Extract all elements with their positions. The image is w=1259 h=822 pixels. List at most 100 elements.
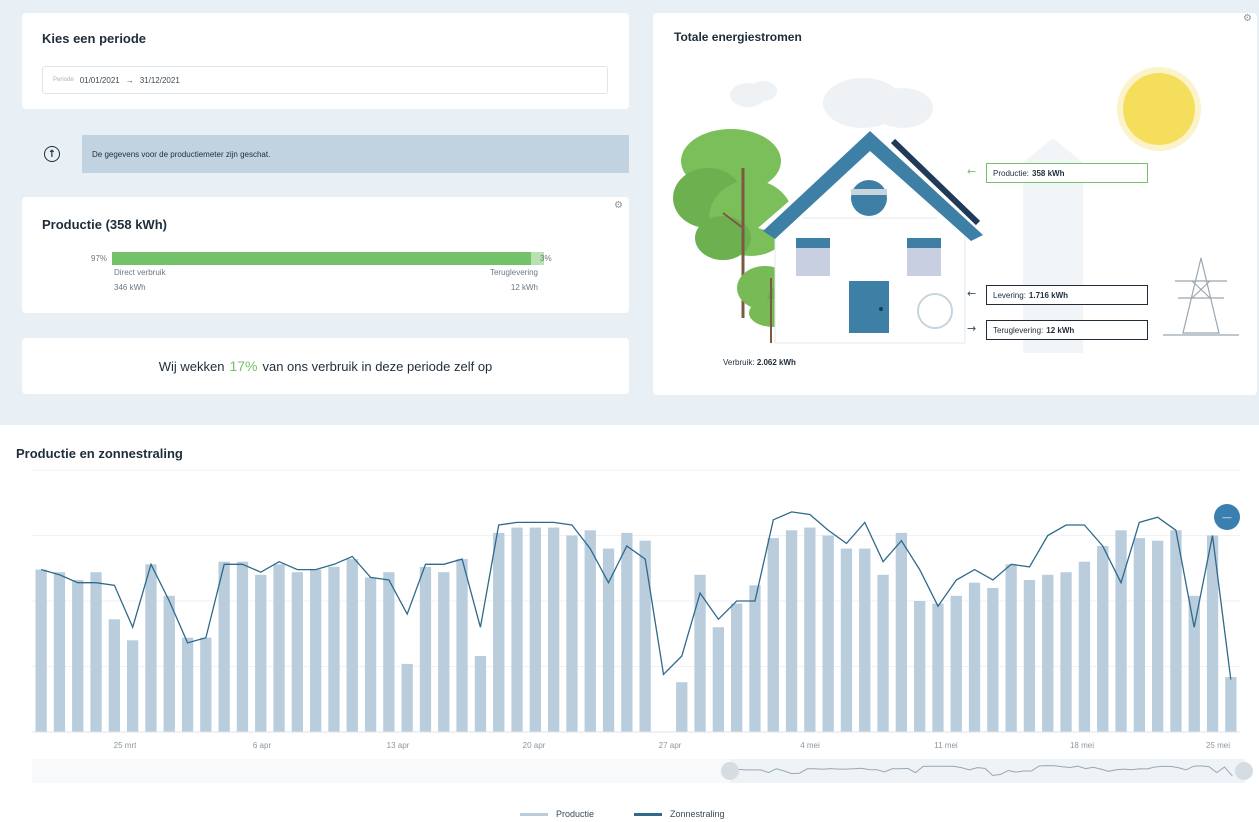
production-bar[interactable] — [273, 564, 285, 732]
x-tick-label: 27 apr — [659, 741, 682, 750]
production-bar[interactable] — [1078, 561, 1091, 732]
production-bar[interactable] — [383, 572, 395, 732]
info-text: De gegevens voor de productiemeter zijn … — [82, 135, 629, 173]
legend-productie[interactable]: Productie — [520, 809, 594, 819]
feed-in-flow-value: 12 kWh — [1046, 325, 1075, 335]
production-bar[interactable] — [145, 564, 157, 732]
info-icon: ↑ — [44, 146, 60, 162]
period-title: Kies een periode — [42, 31, 147, 46]
production-bar[interactable] — [181, 637, 194, 732]
production-bar[interactable] — [1133, 538, 1145, 732]
production-bar[interactable] — [822, 535, 834, 733]
production-bar[interactable] — [1170, 530, 1182, 732]
arrow-right-icon: → — [967, 322, 977, 335]
production-bar[interactable] — [438, 572, 450, 732]
production-bar[interactable] — [1115, 530, 1127, 732]
production-bar[interactable] — [255, 574, 267, 732]
production-bar[interactable] — [639, 540, 651, 732]
production-bar[interactable] — [840, 548, 853, 732]
consumption-label: Verbruik: 2.062 kWh — [723, 358, 796, 367]
zoom-reset-label: — — [1222, 512, 1232, 522]
range-selection[interactable] — [730, 759, 1245, 783]
production-bar[interactable] — [785, 530, 798, 732]
production-bar[interactable] — [1005, 564, 1017, 732]
production-bar[interactable] — [621, 532, 633, 732]
feed-in-label: Teruglevering — [489, 268, 538, 277]
production-bar[interactable] — [859, 548, 871, 732]
production-bar[interactable] — [987, 587, 999, 732]
production-bar[interactable] — [456, 559, 468, 732]
end-date: 31/12/2021 — [139, 75, 180, 85]
x-tick-label: 13 apr — [387, 741, 410, 750]
production-bar[interactable] — [163, 595, 175, 732]
x-tick-label: 4 mei — [800, 741, 820, 750]
production-bar[interactable] — [328, 566, 340, 732]
production-bar[interactable] — [731, 603, 743, 732]
production-bar[interactable] — [950, 595, 962, 732]
settings-icon[interactable]: ⚙ — [614, 200, 623, 211]
production-bar[interactable] — [676, 682, 688, 732]
production-bar[interactable] — [804, 527, 816, 732]
date-range-input[interactable]: Periode 01/01/2021 → 31/12/2021 — [42, 66, 608, 94]
production-bar[interactable] — [1023, 580, 1036, 732]
range-navigator[interactable] — [32, 759, 1240, 783]
production-bar[interactable] — [474, 656, 487, 732]
production-bar[interactable] — [1152, 540, 1164, 732]
production-bar[interactable] — [1097, 546, 1109, 732]
feed-in-percent: 3% — [540, 254, 552, 263]
self-sufficiency-percent: 17% — [229, 358, 258, 374]
production-bar[interactable] — [548, 527, 560, 732]
production-bar[interactable] — [1042, 574, 1054, 732]
self-sufficiency-card: Wij wekken 17% van ons verbruik in deze … — [22, 338, 629, 394]
production-bar[interactable] — [90, 572, 102, 732]
production-bar[interactable] — [218, 561, 230, 732]
production-bar[interactable] — [566, 535, 578, 733]
production-bar[interactable] — [291, 572, 303, 732]
navigator-line — [729, 765, 1233, 777]
production-bar[interactable] — [694, 574, 706, 732]
production-bar[interactable] — [968, 582, 981, 732]
production-bar[interactable] — [108, 619, 120, 732]
production-bar[interactable] — [712, 627, 724, 732]
production-bar[interactable] — [200, 637, 212, 732]
production-bar[interactable] — [53, 572, 66, 732]
zoom-reset-button[interactable]: — — [1214, 504, 1240, 530]
production-bar[interactable] — [401, 663, 413, 732]
production-bar[interactable] — [602, 548, 615, 732]
production-bar[interactable] — [767, 538, 779, 732]
production-bar[interactable] — [35, 569, 47, 732]
self-sufficiency-prefix: Wij wekken — [158, 358, 225, 374]
production-bar[interactable] — [914, 601, 926, 732]
production-bar[interactable] — [932, 603, 944, 732]
range-handle[interactable] — [721, 762, 739, 780]
production-bar[interactable] — [1225, 677, 1237, 732]
production-flow-label: Productie: 358 kWh — [986, 163, 1148, 183]
production-bar[interactable] — [419, 566, 432, 732]
production-bar[interactable] — [511, 527, 523, 732]
production-bar[interactable] — [749, 585, 761, 732]
production-bar[interactable] — [127, 640, 139, 732]
production-bar[interactable] — [310, 569, 322, 732]
info-banner: ↑ De gegevens voor de productiemeter zij… — [22, 135, 629, 173]
production-bar[interactable] — [493, 532, 505, 732]
production-bar[interactable] — [72, 580, 84, 732]
production-split-bar — [92, 252, 544, 265]
production-bar[interactable] — [1060, 572, 1072, 732]
delivery-flow-label: Levering: 1.716 kWh — [986, 285, 1148, 305]
production-bar[interactable] — [584, 530, 596, 732]
production-bar[interactable] — [529, 527, 541, 732]
range-handle[interactable] — [1235, 762, 1253, 780]
production-bar[interactable] — [236, 561, 249, 732]
chart-title: Productie en zonnestraling — [16, 446, 183, 461]
production-bar[interactable] — [895, 532, 907, 732]
production-bar[interactable] — [364, 577, 377, 732]
legend-zonnestraling[interactable]: Zonnestraling — [634, 809, 725, 819]
production-bar[interactable] — [1206, 535, 1219, 733]
cloud-icon — [730, 78, 933, 128]
production-bar[interactable] — [346, 559, 358, 732]
energy-illustration — [673, 67, 1239, 353]
production-bar[interactable] — [1188, 595, 1200, 732]
self-sufficiency-suffix: van ons verbruik in deze periode zelf op — [262, 358, 493, 374]
production-bar[interactable] — [877, 574, 889, 732]
production-flow-value: 358 kWh — [1032, 168, 1065, 178]
